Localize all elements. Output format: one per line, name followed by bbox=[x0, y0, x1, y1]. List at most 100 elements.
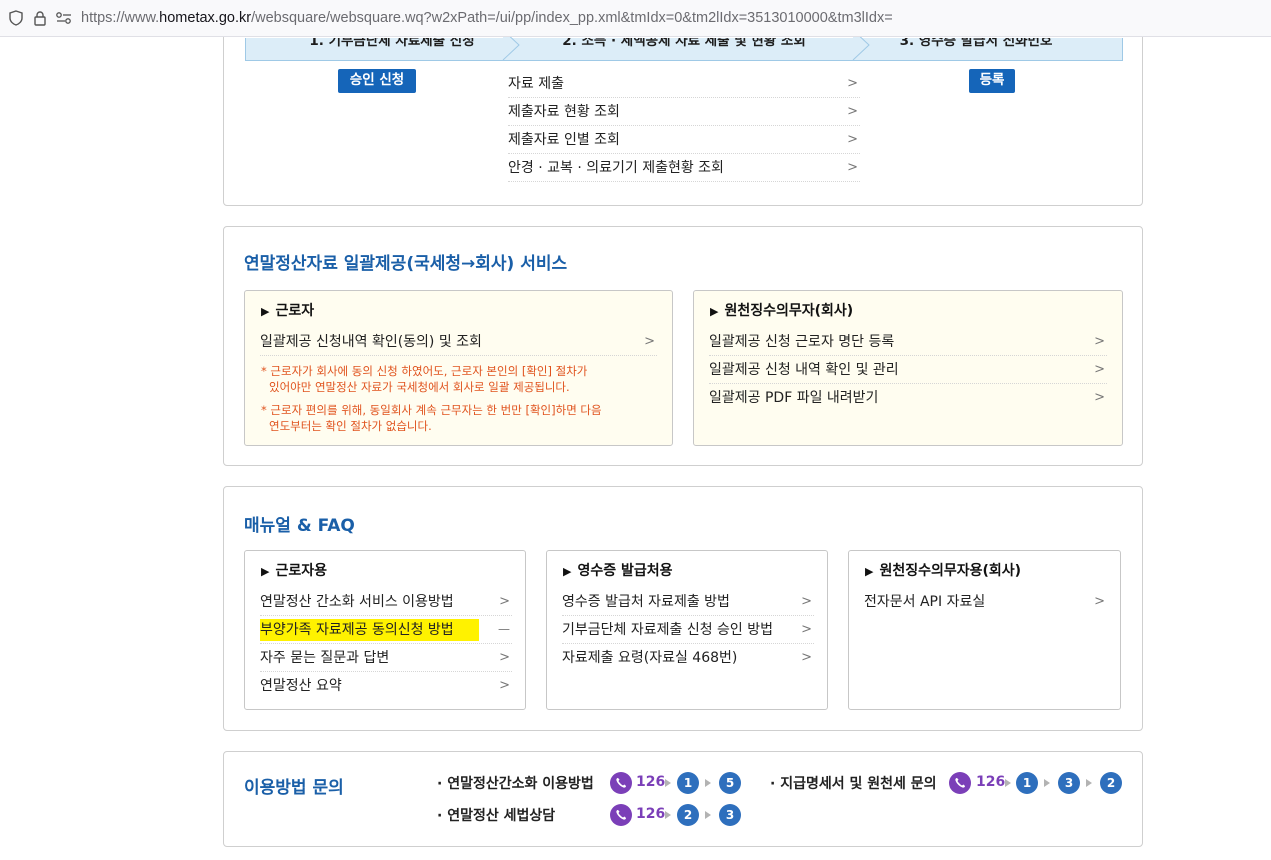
link-label: 일괄제공 PDF 파일 내려받기 bbox=[709, 390, 879, 406]
arrow-right-icon bbox=[665, 779, 671, 787]
link-dependent-consent-guide[interactable]: 부양가족 자료제공 동의신청 방법 — bbox=[260, 616, 512, 644]
arrow-right-icon bbox=[1086, 779, 1092, 787]
register-button[interactable]: 등록 bbox=[969, 69, 1015, 93]
chevron-right-icon: > bbox=[801, 650, 812, 665]
panel-heading: ▶ 영수증 발급처용 bbox=[563, 563, 673, 579]
arrow-right-icon bbox=[705, 811, 711, 819]
link-submission-per-person[interactable]: 제출자료 인별 조회 > bbox=[508, 126, 860, 154]
step-number: 5 bbox=[719, 772, 741, 794]
employer-panel: ▶ 원천징수의무자(회사) 일괄제공 신청 근로자 명단 등록 > 일괄제공 신청 … bbox=[693, 290, 1123, 446]
worker-manual-panel: ▶ 근로자용 연말정산 간소화 서비스 이용방법 > 부양가족 자료제공 동의신청 … bbox=[244, 550, 526, 710]
dash-icon: — bbox=[498, 622, 510, 636]
link-glasses-uniform-medical[interactable]: 안경 · 교복 · 의료기기 제출현황 조회 > bbox=[508, 154, 860, 182]
link-label: 영수증 발급처 자료제출 방법 bbox=[562, 594, 730, 610]
chevron-right-icon: > bbox=[847, 104, 858, 119]
link-submission-status[interactable]: 제출자료 현황 조회 > bbox=[508, 98, 860, 126]
inquiry-label-tax-consult: · 연말정산 세법상담 bbox=[437, 808, 556, 824]
step-2: 2. 소득 · 세액공제 자료 제출 및 현황 조회 bbox=[562, 38, 806, 49]
chevron-right-icon: > bbox=[847, 132, 858, 147]
steps-section: 1. 기부금단체 자료제출 신청 2. 소득 · 세액공제 자료 제출 및 현황… bbox=[223, 37, 1143, 206]
worker-panel: ▶ 근로자 일괄제공 신청내역 확인(동의) 및 조회 > * 근로자가 회사에 동… bbox=[244, 290, 673, 446]
lock-icon[interactable] bbox=[31, 9, 49, 27]
phone-icon bbox=[610, 804, 632, 826]
chevron-right-icon: > bbox=[644, 334, 655, 349]
chevron-right-icon: > bbox=[1094, 390, 1105, 405]
link-label: 일괄제공 신청 내역 확인 및 관리 bbox=[709, 362, 899, 378]
inquiry-label-withholding: · 지급명세서 및 원천세 문의 bbox=[770, 776, 937, 792]
chevron-right-icon: > bbox=[801, 594, 812, 609]
arrow-right-icon bbox=[1005, 779, 1011, 787]
link-label: 제출자료 현황 조회 bbox=[508, 104, 620, 120]
link-label: 안경 · 교복 · 의료기기 제출현황 조회 bbox=[508, 160, 724, 176]
url-host: hometax.go.kr bbox=[159, 10, 252, 26]
link-label: 부양가족 자료제공 동의신청 방법 bbox=[260, 619, 479, 641]
chevron-right-icon: > bbox=[499, 650, 510, 665]
link-submission-tips[interactable]: 자료제출 요령(자료실 468번) > bbox=[562, 644, 814, 672]
step-number: 3 bbox=[719, 804, 741, 826]
link-api-library[interactable]: 전자문서 API 자료실 > bbox=[864, 588, 1107, 616]
link-label: 전자문서 API 자료실 bbox=[864, 594, 986, 610]
worker-note-1: * 근로자가 회사에 동의 신청 하였어도, 근로자 본인의 [확인] 절차가 … bbox=[261, 364, 588, 394]
panel-heading: ▶ 원천징수의무자(회사) bbox=[710, 303, 854, 319]
triangle-right-icon: ▶ bbox=[710, 305, 719, 318]
inquiry-section: 이용방법 문의 · 연말정산간소화 이용방법 126 1 5 · 지급명세서 및… bbox=[223, 751, 1143, 847]
link-donation-approval-guide[interactable]: 기부금단체 자료제출 신청 승인 방법 > bbox=[562, 616, 814, 644]
inquiry-label-simplified: · 연말정산간소화 이용방법 bbox=[437, 776, 594, 792]
step-number: 1 bbox=[677, 772, 699, 794]
chevron-right-icon: > bbox=[499, 594, 510, 609]
link-summary[interactable]: 연말정산 요약 > bbox=[260, 672, 512, 700]
panel-heading: ▶ 근로자용 bbox=[261, 563, 327, 579]
approve-request-button[interactable]: 승인 신청 bbox=[338, 69, 416, 93]
panel-heading: ▶ 근로자 bbox=[261, 303, 315, 319]
employer-manual-panel: ▶ 원천징수의무자용(회사) 전자문서 API 자료실 > bbox=[848, 550, 1121, 710]
shield-icon[interactable] bbox=[7, 9, 25, 27]
link-data-submit[interactable]: 자료 제출 > bbox=[508, 70, 860, 98]
bulk-provision-section: 연말정산자료 일괄제공(국세청→회사) 서비스 ▶ 근로자 일괄제공 신청내역 확… bbox=[223, 226, 1143, 466]
phone-number: 126 bbox=[636, 774, 666, 790]
url-path: /websquare/websquare.wq?w2xPath=/ui/pp/i… bbox=[251, 10, 893, 26]
link-faq[interactable]: 자주 묻는 질문과 답변 > bbox=[260, 644, 512, 672]
arrow-right-icon bbox=[705, 779, 711, 787]
step-number: 2 bbox=[677, 804, 699, 826]
section-title: 연말정산자료 일괄제공(국세청→회사) 서비스 bbox=[244, 254, 568, 274]
link-label: 기부금단체 자료제출 신청 승인 방법 bbox=[562, 622, 773, 638]
link-register-worker-list[interactable]: 일괄제공 신청 근로자 명단 등록 > bbox=[709, 328, 1107, 356]
triangle-right-icon: ▶ bbox=[261, 565, 270, 578]
url-text[interactable]: https://www.hometax.go.kr/websquare/webs… bbox=[81, 10, 893, 26]
phone-number: 126 bbox=[976, 774, 1006, 790]
permissions-icon[interactable] bbox=[55, 9, 73, 27]
phone-number: 126 bbox=[636, 806, 666, 822]
step-number: 1 bbox=[1016, 772, 1038, 794]
chevron-right-icon: > bbox=[847, 76, 858, 91]
link-label: 일괄제공 신청내역 확인(동의) 및 조회 bbox=[260, 334, 482, 350]
triangle-right-icon: ▶ bbox=[865, 565, 874, 578]
section-title: 이용방법 문의 bbox=[244, 778, 344, 798]
link-worker-consent[interactable]: 일괄제공 신청내역 확인(동의) 및 조회 > bbox=[260, 328, 657, 356]
chevron-right-icon: > bbox=[1094, 334, 1105, 349]
chevron-right-icon: > bbox=[1094, 362, 1105, 377]
phone-icon bbox=[949, 772, 971, 794]
step-chevron-icon bbox=[852, 37, 870, 60]
link-label: 제출자료 인별 조회 bbox=[508, 132, 620, 148]
step-1: 1. 기부금단체 자료제출 신청 bbox=[309, 38, 475, 49]
step-number: 2 bbox=[1100, 772, 1122, 794]
link-label: 자료제출 요령(자료실 468번) bbox=[562, 650, 738, 666]
link-label: 자주 묻는 질문과 답변 bbox=[260, 650, 390, 666]
arrow-right-icon bbox=[665, 811, 671, 819]
browser-url-bar: https://www.hometax.go.kr/websquare/webs… bbox=[0, 0, 1271, 37]
chevron-right-icon: > bbox=[847, 160, 858, 175]
link-receipt-submit-guide[interactable]: 영수증 발급처 자료제출 방법 > bbox=[562, 588, 814, 616]
triangle-right-icon: ▶ bbox=[563, 565, 572, 578]
link-simplified-service-guide[interactable]: 연말정산 간소화 서비스 이용방법 > bbox=[260, 588, 512, 616]
link-label: 연말정산 요약 bbox=[260, 678, 342, 694]
page-content: 1. 기부금단체 자료제출 신청 2. 소득 · 세액공제 자료 제출 및 현황… bbox=[0, 37, 1271, 860]
step-3: 3. 영수증 발급서 전화번호 bbox=[899, 38, 1053, 49]
link-manage-requests[interactable]: 일괄제공 신청 내역 확인 및 관리 > bbox=[709, 356, 1107, 384]
receipt-manual-panel: ▶ 영수증 발급처용 영수증 발급처 자료제출 방법 > 기부금단체 자료제출 신청… bbox=[546, 550, 828, 710]
manual-faq-section: 매뉴얼 & FAQ ▶ 근로자용 연말정산 간소화 서비스 이용방법 > 부양가족 … bbox=[223, 486, 1143, 731]
phone-icon bbox=[610, 772, 632, 794]
steps-bar: 1. 기부금단체 자료제출 신청 2. 소득 · 세액공제 자료 제출 및 현황… bbox=[245, 37, 1123, 61]
link-label: 자료 제출 bbox=[508, 76, 564, 92]
link-download-pdf[interactable]: 일괄제공 PDF 파일 내려받기 > bbox=[709, 384, 1107, 412]
section-title: 매뉴얼 & FAQ bbox=[244, 516, 355, 536]
